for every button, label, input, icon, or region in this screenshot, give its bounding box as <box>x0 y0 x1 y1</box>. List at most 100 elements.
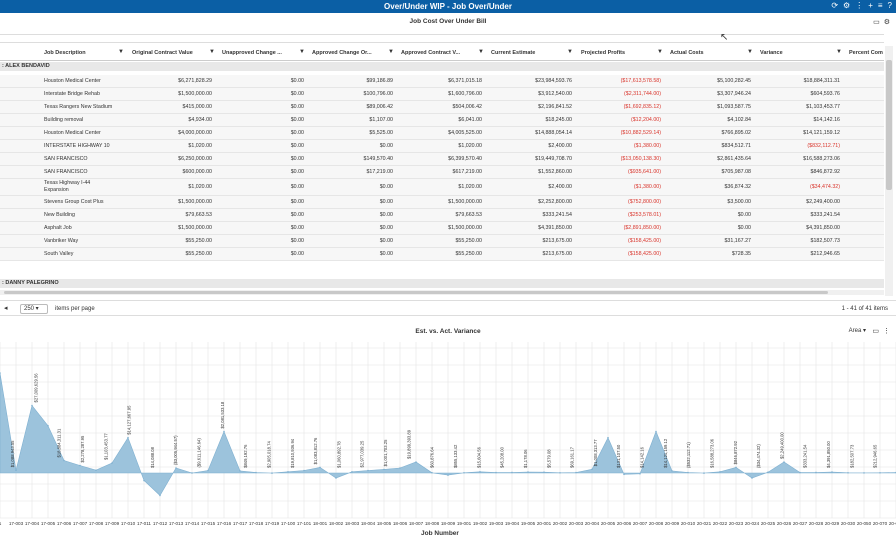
data-point[interactable] <box>655 430 657 433</box>
data-point[interactable] <box>575 471 577 474</box>
data-point[interactable] <box>463 471 465 474</box>
data-point[interactable] <box>623 473 625 476</box>
data-point[interactable] <box>143 479 145 482</box>
data-point[interactable] <box>319 466 321 469</box>
data-point[interactable] <box>863 472 865 474</box>
table-row[interactable]: Asphalt Job $1,500,000.00 $0.00 $0.00 $1,500… <box>0 222 884 235</box>
data-point[interactable] <box>255 471 257 474</box>
data-point[interactable] <box>495 471 497 474</box>
col-unapproved-change[interactable]: Unapproved Change ... <box>222 50 282 56</box>
data-point[interactable] <box>15 469 17 472</box>
data-point[interactable] <box>127 436 129 439</box>
data-point[interactable] <box>639 472 641 475</box>
data-point[interactable] <box>735 466 737 469</box>
col-job-description[interactable]: Job Description <box>44 50 86 56</box>
chart-type-select[interactable]: Area ▾ <box>849 327 866 334</box>
data-point[interactable] <box>511 471 513 474</box>
list-icon[interactable]: ≡ <box>878 1 883 10</box>
table-row[interactable]: Houston Medical Center $4,000,000.00 $0.00… <box>0 127 884 140</box>
export-icon[interactable]: ▭ <box>873 18 880 26</box>
col-approved-change[interactable]: Approved Change Or... <box>312 50 372 56</box>
data-point[interactable] <box>271 472 273 474</box>
filter-icon[interactable]: ▼ <box>209 49 215 55</box>
data-point[interactable] <box>31 404 33 407</box>
table-row[interactable]: Interstate Bridge Rehab $1,500,000.00 $0.0… <box>0 88 884 101</box>
col-approved-contract[interactable]: Approved Contract V... <box>401 50 460 56</box>
data-point[interactable] <box>815 471 817 474</box>
data-point[interactable] <box>191 472 193 474</box>
grid-vertical-scrollbar[interactable] <box>885 46 893 296</box>
scroll-thumb[interactable] <box>886 60 892 190</box>
grid-horizontal-scrollbar[interactable] <box>0 290 884 295</box>
data-point[interactable] <box>175 467 177 469</box>
pager-prev-icon[interactable]: ◂ <box>4 304 8 312</box>
data-point[interactable] <box>111 462 113 464</box>
data-point[interactable] <box>559 471 561 474</box>
filter-icon[interactable]: ▼ <box>657 49 663 55</box>
scroll-thumb[interactable] <box>4 291 828 294</box>
data-point[interactable] <box>879 471 881 474</box>
refresh-icon[interactable]: ⟳ <box>831 1 838 10</box>
col-percent-complete[interactable]: Percent Com <box>849 50 883 56</box>
help-icon[interactable]: ? <box>888 1 892 10</box>
filter-icon[interactable]: ▼ <box>836 49 842 55</box>
data-point[interactable] <box>383 468 385 471</box>
data-point[interactable] <box>159 494 161 497</box>
table-row[interactable]: Stevens Group Cost Plus $1,500,000.00 $0.0… <box>0 196 884 209</box>
data-point[interactable] <box>703 472 705 474</box>
data-point[interactable] <box>751 477 753 479</box>
table-row[interactable]: Texas Rangers New Stadium $415,000.00 $0.0… <box>0 101 884 114</box>
data-point[interactable] <box>479 470 481 473</box>
table-row[interactable]: Building removal $4,934.00 $0.00 $1,107.00 $… <box>0 114 884 127</box>
data-point[interactable] <box>47 424 49 427</box>
data-point[interactable] <box>671 470 673 472</box>
filter-icon[interactable]: ▼ <box>388 49 394 55</box>
filter-icon[interactable]: ▼ <box>478 49 484 55</box>
plus-icon[interactable]: + <box>868 1 873 10</box>
data-point[interactable] <box>687 471 689 474</box>
col-actual-costs[interactable]: Actual Costs <box>670 50 704 56</box>
table-row[interactable]: SAN FRANCISCO $600,000.00 $0.00 $17,219.00 $… <box>0 166 884 179</box>
data-point[interactable] <box>783 461 785 463</box>
data-point[interactable] <box>415 461 417 463</box>
data-point[interactable] <box>335 477 337 479</box>
data-point[interactable] <box>223 430 225 433</box>
table-row[interactable]: Vanbriker Way $55,250.00 $0.00 $0.00 $55,250… <box>0 235 884 248</box>
data-point[interactable] <box>447 474 449 476</box>
col-current-estimate[interactable]: Current Estimate <box>491 50 535 56</box>
data-point[interactable] <box>399 467 401 469</box>
data-point[interactable] <box>63 459 65 462</box>
filter-icon[interactable]: ▼ <box>299 49 305 55</box>
data-point[interactable] <box>303 469 305 472</box>
table-row[interactable]: SAN FRANCISCO $6,250,000.00 $0.00 $149,570.… <box>0 153 884 166</box>
gear-icon[interactable]: ⚙ <box>843 1 850 10</box>
data-point[interactable] <box>0 372 1 374</box>
settings-icon[interactable]: ⚙ <box>884 18 890 26</box>
data-point[interactable] <box>543 471 545 473</box>
data-point[interactable] <box>351 470 353 473</box>
page-size-select[interactable]: 250 ▾ <box>20 304 48 314</box>
filter-icon[interactable]: ▼ <box>747 49 753 55</box>
data-point[interactable] <box>95 469 97 472</box>
table-row[interactable]: New Building $79,663.53 $0.00 $0.00 $79,663.… <box>0 209 884 222</box>
export-icon[interactable]: ▭ <box>872 327 879 335</box>
col-projected-profits[interactable]: Projected Profits <box>581 50 625 56</box>
data-point[interactable] <box>799 471 801 474</box>
col-variance[interactable]: Variance <box>760 50 783 56</box>
more-icon[interactable]: ⋮ <box>855 1 863 10</box>
data-point[interactable] <box>831 471 833 473</box>
group-header[interactable]: : ALEX BENDAVID <box>0 62 884 71</box>
data-point[interactable] <box>767 471 769 473</box>
data-point[interactable] <box>79 464 81 467</box>
data-point[interactable] <box>591 468 593 471</box>
data-point[interactable] <box>527 471 529 473</box>
data-point[interactable] <box>207 469 209 472</box>
group-header[interactable]: : DANNY PALEGRINO <box>0 279 884 288</box>
table-row[interactable]: South Valley $55,250.00 $0.00 $0.00 $55,250.… <box>0 248 884 261</box>
data-point[interactable] <box>239 470 241 472</box>
filter-icon[interactable]: ▼ <box>118 49 124 55</box>
data-point[interactable] <box>287 470 289 473</box>
filter-icon[interactable]: ▼ <box>567 49 573 55</box>
table-row[interactable]: Houston Medical Center $6,271,828.29 $0.00… <box>0 75 884 88</box>
data-point[interactable] <box>719 470 721 473</box>
